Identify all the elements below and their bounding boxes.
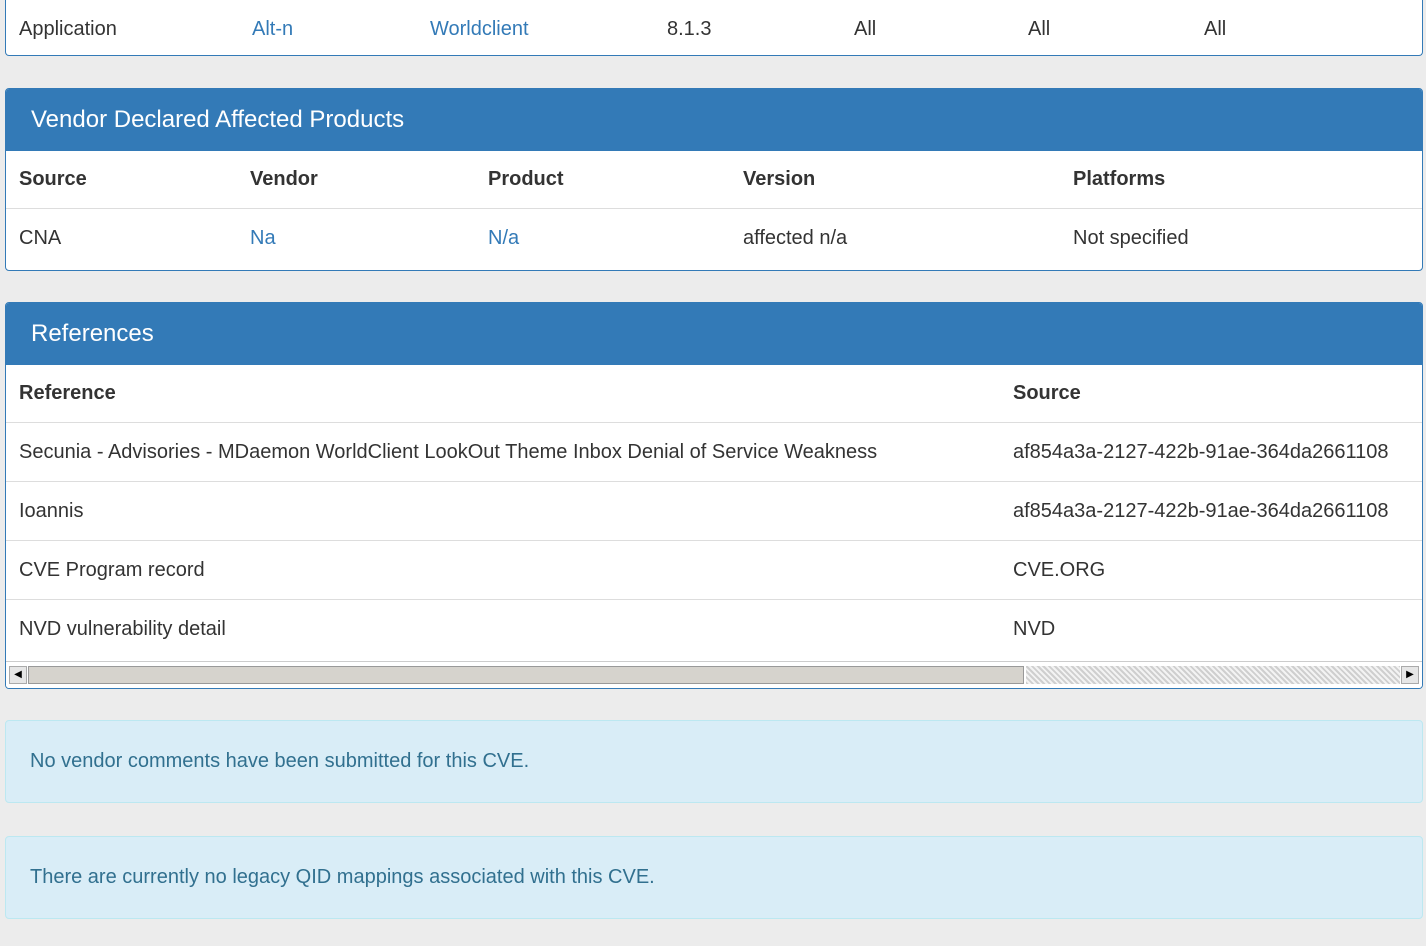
table-row: Application Alt-n Worldclient 8.1.3 All … [6,0,1422,55]
type-cell: Application [19,17,117,40]
reference-cell[interactable]: CVE Program record [6,540,1000,600]
reference-cell[interactable]: Ioannis [6,481,1000,541]
scrollbar-thumb[interactable] [28,666,1024,684]
affected-products-table: Application Alt-n Worldclient 8.1.3 All … [6,0,1422,55]
column-header: Source [19,168,87,190]
column-header: Version [743,168,816,190]
references-table: Reference Source Secunia - Advisories - … [6,365,1422,658]
panel-title: References [6,303,1422,365]
source-cell: NVD [1000,599,1422,658]
vendor-link[interactable]: Alt-n [239,0,417,55]
scroll-left-arrow-icon[interactable]: ◀ [9,666,27,684]
source-cell: af854a3a-2127-422b-91ae-364da2661108 [1000,422,1422,482]
platforms-cell: Not specified [1060,208,1422,268]
table-row: CNA Na N/a affected n/a Not specified [6,208,1422,268]
horizontal-scrollbar[interactable]: ◀ ▶ [6,661,1422,688]
product-link[interactable]: N/a [475,208,730,268]
source-cell: CVE.ORG [1000,540,1422,600]
affected-products-panel: Application Alt-n Worldclient 8.1.3 All … [5,0,1423,56]
version-cell: affected n/a [730,208,1060,268]
vendor-comments-alert: No vendor comments have been submitted f… [5,720,1423,803]
column-header: Reference [19,382,116,404]
reference-cell[interactable]: NVD vulnerability detail [6,599,1000,658]
reference-cell[interactable]: Secunia - Advisories - MDaemon WorldClie… [6,422,1000,482]
table-row: NVD vulnerability detail NVD [6,599,1422,658]
source-cell: af854a3a-2127-422b-91ae-364da2661108 [1000,481,1422,541]
column-header: Vendor [250,168,318,190]
vendor-declared-panel: Vendor Declared Affected Products Source… [5,88,1423,271]
version-cell: 8.1.3 [667,17,712,40]
update-cell: All [854,17,877,40]
vendor-declared-table: Source Vendor Product Version Platforms … [6,151,1422,268]
product-link[interactable]: Worldclient [417,0,654,55]
source-cell: CNA [6,208,237,268]
edition-cell: All [1028,17,1051,40]
references-panel: References Reference Source Secunia - Ad… [5,302,1423,689]
column-header: Platforms [1073,168,1166,190]
scrollbar-track[interactable] [1026,666,1400,684]
column-header: Product [488,168,564,190]
panel-title: Vendor Declared Affected Products [6,89,1422,151]
column-header: Source [1013,382,1081,404]
table-row: Secunia - Advisories - MDaemon WorldClie… [6,422,1422,482]
language-cell: All [1204,17,1227,40]
qid-mappings-alert: There are currently no legacy QID mappin… [5,836,1423,919]
table-header-row: Source Vendor Product Version Platforms [6,151,1422,209]
vendor-link[interactable]: Na [237,208,475,268]
scroll-right-arrow-icon[interactable]: ▶ [1401,666,1419,684]
table-header-row: Reference Source [6,365,1422,423]
table-row: CVE Program record CVE.ORG [6,540,1422,600]
table-row: Ioannis af854a3a-2127-422b-91ae-364da266… [6,481,1422,541]
